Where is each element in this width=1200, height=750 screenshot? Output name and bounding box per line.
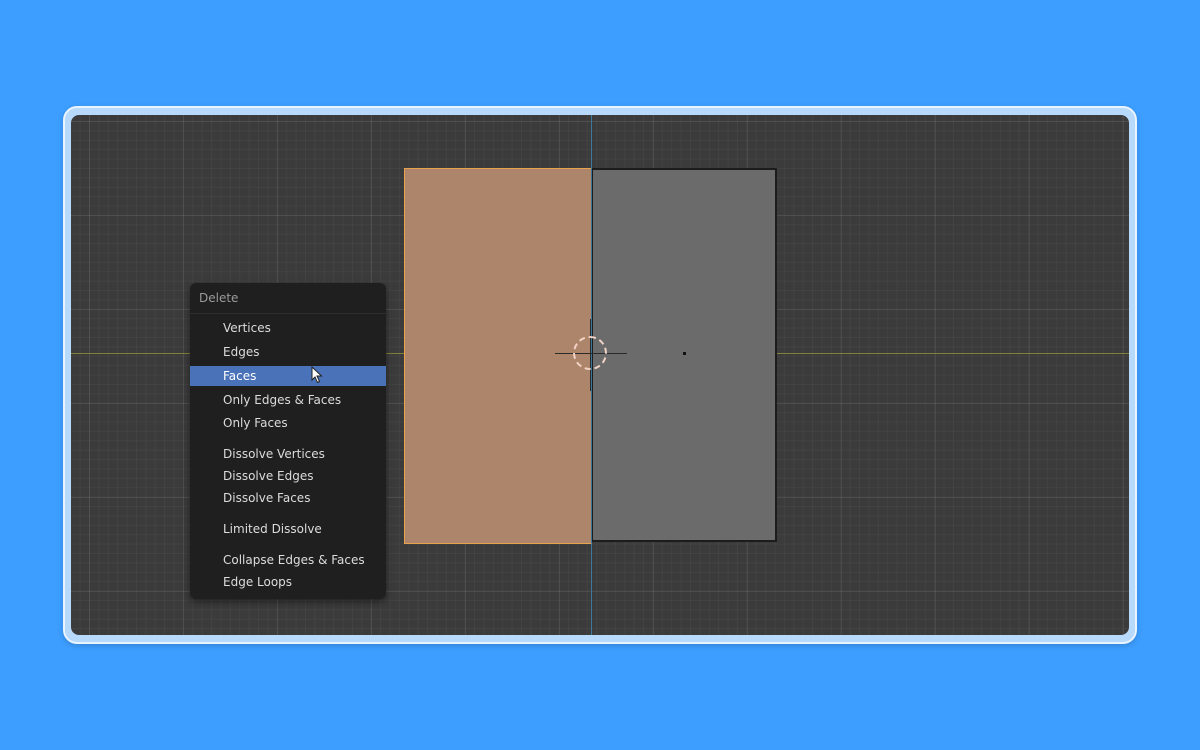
menu-item-limited-dissolve[interactable]: Limited Dissolve	[190, 519, 386, 539]
object-origin-dot	[683, 352, 686, 355]
menu-item-only-edges-faces[interactable]: Only Edges & Faces	[190, 390, 386, 410]
menu-item-label: Only Faces	[223, 416, 288, 430]
y-axis-line	[591, 115, 592, 635]
menu-item-label: Dissolve Faces	[223, 491, 311, 505]
menu-item-edges[interactable]: Edges	[190, 342, 386, 362]
menu-item-label: Only Edges & Faces	[223, 393, 342, 407]
menu-item-label: Edge Loops	[223, 575, 293, 589]
menu-item-label: Edges	[223, 345, 260, 359]
menu-item-label: Collapse Edges & Faces	[223, 553, 365, 567]
menu-item-label: Faces	[223, 369, 257, 383]
delete-menu: Delete Vertices Edges Faces Only Edges &…	[190, 283, 386, 599]
menu-item-dissolve-edges[interactable]: Dissolve Edges	[190, 466, 386, 486]
3d-cursor-icon[interactable]	[573, 336, 607, 370]
unselected-face[interactable]	[591, 168, 777, 542]
menu-item-label: Vertices	[223, 321, 271, 335]
menu-item-only-faces[interactable]: Only Faces	[190, 413, 386, 433]
menu-item-collapse-edges-faces[interactable]: Collapse Edges & Faces	[190, 550, 386, 570]
menu-item-label: Dissolve Edges	[223, 469, 314, 483]
menu-title: Delete	[199, 291, 239, 305]
menu-item-vertices[interactable]: Vertices	[190, 318, 386, 338]
menu-item-dissolve-faces[interactable]: Dissolve Faces	[190, 488, 386, 508]
menu-divider	[190, 313, 386, 314]
menu-item-faces[interactable]: Faces	[190, 366, 386, 386]
menu-item-label: Dissolve Vertices	[223, 447, 325, 461]
menu-item-label: Limited Dissolve	[223, 522, 322, 536]
menu-item-dissolve-vertices[interactable]: Dissolve Vertices	[190, 444, 386, 464]
selected-face[interactable]	[404, 168, 592, 544]
menu-item-edge-loops[interactable]: Edge Loops	[190, 572, 386, 592]
mouse-pointer-icon	[311, 366, 323, 384]
